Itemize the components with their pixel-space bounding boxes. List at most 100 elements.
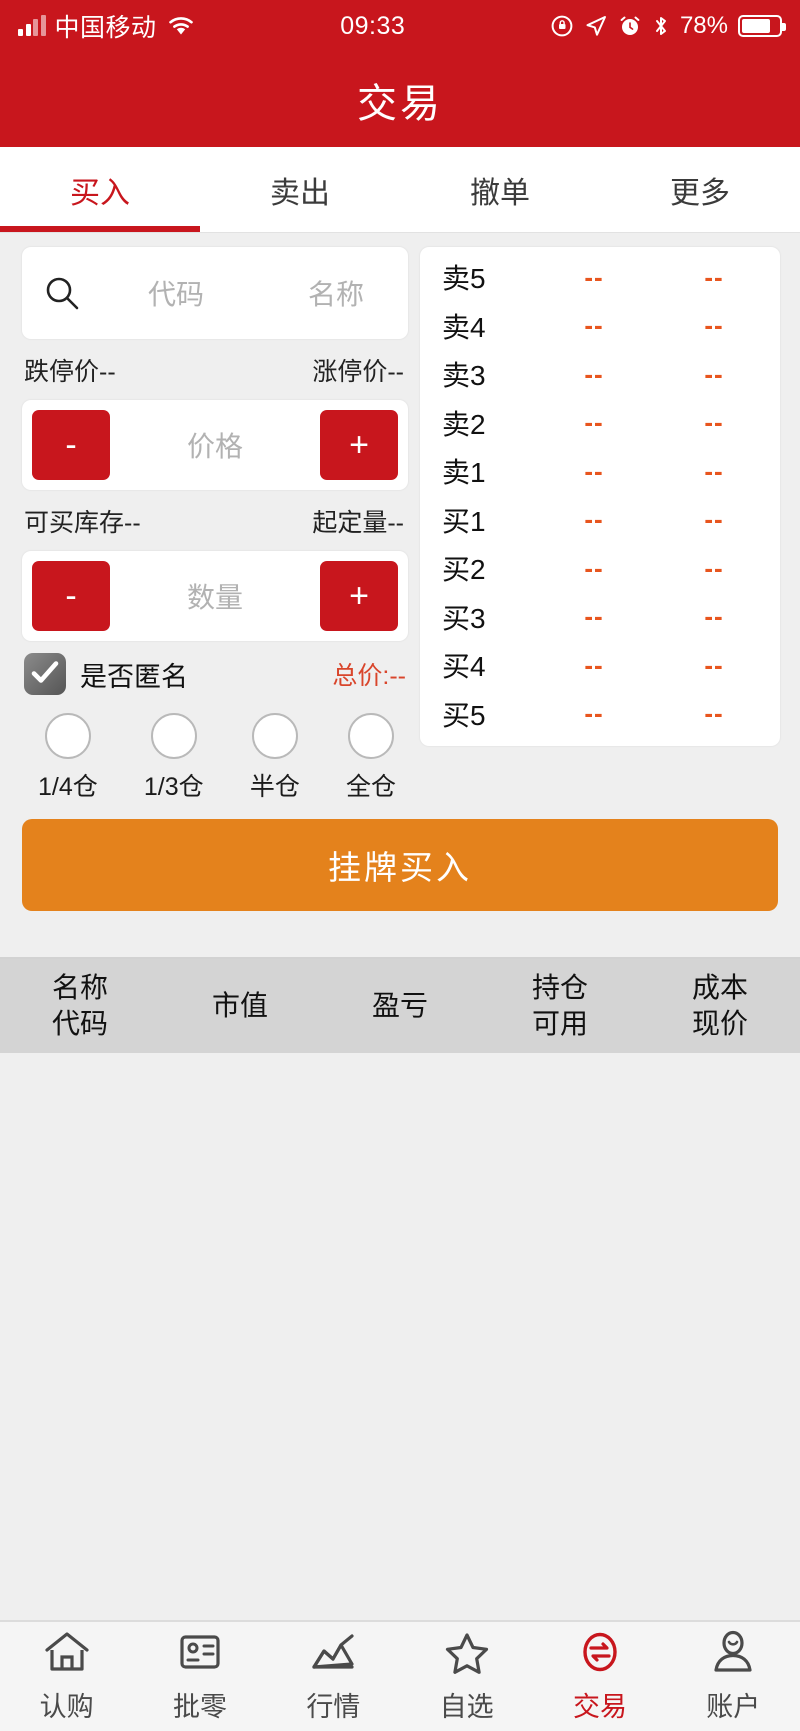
- order-book-price: --: [584, 358, 604, 389]
- signal-icon: [18, 15, 46, 36]
- min-order-label: 起定量--: [312, 509, 404, 537]
- order-book-row[interactable]: 买5 -- --: [420, 690, 780, 739]
- order-book-label: 卖1: [442, 457, 486, 489]
- tab-buy[interactable]: 买入: [0, 147, 200, 232]
- available-stock-label: 可买库存--: [24, 509, 141, 537]
- order-book-row[interactable]: 买2 -- --: [420, 544, 780, 593]
- total-price-label: 总价:--: [332, 662, 406, 690]
- tab-more-label: 更多: [670, 176, 730, 210]
- order-book-row[interactable]: 买3 -- --: [420, 593, 780, 642]
- column-name-code-line1: 名称: [51, 972, 108, 1004]
- title-bar: 交易: [0, 52, 800, 147]
- ratio-quarter-radio[interactable]: [44, 713, 91, 759]
- limit-up-label: 涨停价--: [312, 358, 404, 386]
- order-book-row[interactable]: 卖1 -- --: [420, 447, 780, 496]
- app-screen: 中国移动 09:33 78% 交易 买入 卖出 撤单 更多 代码 名称 跌停价-…: [0, 0, 800, 1731]
- price-stepper: - 价格 +: [22, 400, 408, 490]
- order-book-row[interactable]: 卖2 -- --: [420, 399, 780, 448]
- quantity-increment-button[interactable]: +: [320, 561, 398, 631]
- order-book-price: --: [584, 455, 604, 486]
- tab-sell-label: 卖出: [270, 176, 330, 210]
- order-book-volume: --: [704, 649, 724, 680]
- rotation-lock-icon: [550, 14, 574, 38]
- symbol-search-row[interactable]: 代码 名称: [22, 247, 408, 339]
- bluetooth-icon: [652, 14, 670, 38]
- order-book-row[interactable]: 卖3 -- --: [420, 350, 780, 399]
- symbol-code-input[interactable]: 代码: [82, 273, 270, 313]
- column-market-value: 市值: [160, 988, 320, 1024]
- order-book-volume: --: [704, 358, 724, 389]
- order-book-label: 买1: [442, 505, 486, 537]
- page-title: 交易: [357, 81, 443, 126]
- nav-item-quotes-label: 行情: [306, 1691, 361, 1722]
- submit-area: 挂牌买入: [0, 803, 800, 911]
- order-book-price: --: [584, 261, 604, 292]
- tab-more[interactable]: 更多: [600, 147, 800, 232]
- order-book-volume: --: [704, 504, 724, 535]
- nav-item-quotes[interactable]: 行情: [267, 1630, 400, 1724]
- place-buy-order-button[interactable]: 挂牌买入: [22, 819, 778, 911]
- ratio-full[interactable]: 全仓: [346, 713, 396, 803]
- status-bar-left: 中国移动: [18, 8, 196, 44]
- wifi-icon: [166, 14, 196, 38]
- ratio-full-radio[interactable]: [347, 713, 394, 759]
- nav-item-trade[interactable]: 交易: [533, 1630, 666, 1724]
- column-cost-current-price-line2: 现价: [691, 1008, 748, 1039]
- price-decrement-button[interactable]: -: [32, 410, 110, 480]
- column-cost-current-price-line1: 成本: [691, 972, 748, 1004]
- nav-item-subscription[interactable]: 认购: [0, 1630, 133, 1724]
- nav-item-trade-label: 交易: [572, 1691, 627, 1722]
- status-bar-right: 78%: [550, 12, 786, 40]
- quantity-input[interactable]: 数量: [110, 576, 320, 616]
- order-book-label: 买4: [442, 651, 486, 683]
- ratio-half[interactable]: 半仓: [250, 713, 300, 803]
- nav-item-subscription-label: 认购: [39, 1691, 94, 1722]
- order-book-row[interactable]: 买4 -- --: [420, 641, 780, 690]
- order-book-row[interactable]: 买1 -- --: [420, 496, 780, 545]
- ratio-quarter[interactable]: 1/4仓: [38, 713, 98, 803]
- battery-icon: [738, 15, 786, 37]
- carrier-label: 中国移动: [54, 14, 157, 42]
- order-book-label: 买3: [442, 602, 486, 634]
- nav-item-wholesale-label: 批零: [172, 1691, 227, 1722]
- column-name-code: 名称 代码: [0, 970, 160, 1042]
- price-input[interactable]: 价格: [110, 425, 320, 465]
- star-icon: [443, 1630, 491, 1679]
- positions-table-header: 名称 代码 市值 盈亏 持仓 可用 成本 现价: [0, 959, 800, 1053]
- spacer: [0, 911, 800, 957]
- ratio-third[interactable]: 1/3仓: [144, 713, 204, 803]
- tab-cancel-order[interactable]: 撤单: [400, 147, 600, 232]
- chart-line-icon: [309, 1630, 357, 1679]
- ratio-half-radio[interactable]: [251, 713, 298, 759]
- order-book-price: --: [584, 310, 604, 341]
- order-book-row[interactable]: 卖5 -- --: [420, 253, 780, 302]
- nav-item-account-label: 账户: [706, 1691, 761, 1722]
- anonymous-label: 是否匿名: [80, 661, 188, 692]
- column-profit-loss: 盈亏: [320, 988, 480, 1024]
- tab-sell[interactable]: 卖出: [200, 147, 400, 232]
- order-book-volume: --: [704, 261, 724, 292]
- order-book-label: 卖4: [442, 311, 486, 343]
- nav-item-watchlist-label: 自选: [439, 1691, 494, 1722]
- price-increment-button[interactable]: +: [320, 410, 398, 480]
- column-profit-loss-line1: 盈亏: [371, 990, 428, 1022]
- ratio-full-label: 全仓: [345, 773, 396, 801]
- symbol-name-input[interactable]: 名称: [270, 273, 402, 313]
- ratio-third-radio[interactable]: [150, 713, 197, 759]
- nav-item-account[interactable]: 账户: [667, 1630, 800, 1724]
- order-book-price: --: [584, 407, 604, 438]
- order-book-price: --: [584, 504, 604, 535]
- column-name-code-line2: 代码: [51, 1008, 108, 1039]
- nav-item-watchlist[interactable]: 自选: [400, 1630, 533, 1724]
- column-market-value-line1: 市值: [211, 990, 268, 1022]
- order-book-price: --: [584, 552, 604, 583]
- column-position-available-line2: 可用: [531, 1008, 588, 1039]
- order-book-label: 卖3: [442, 360, 486, 392]
- nav-item-wholesale[interactable]: 批零: [133, 1630, 266, 1724]
- anonymous-checkbox[interactable]: [24, 653, 66, 695]
- user-icon: [709, 1630, 757, 1679]
- quantity-hints: 可买库存-- 起定量--: [22, 490, 408, 551]
- tab-bar: 买入 卖出 撤单 更多: [0, 147, 800, 233]
- order-book-row[interactable]: 卖4 -- --: [420, 302, 780, 351]
- quantity-decrement-button[interactable]: -: [32, 561, 110, 631]
